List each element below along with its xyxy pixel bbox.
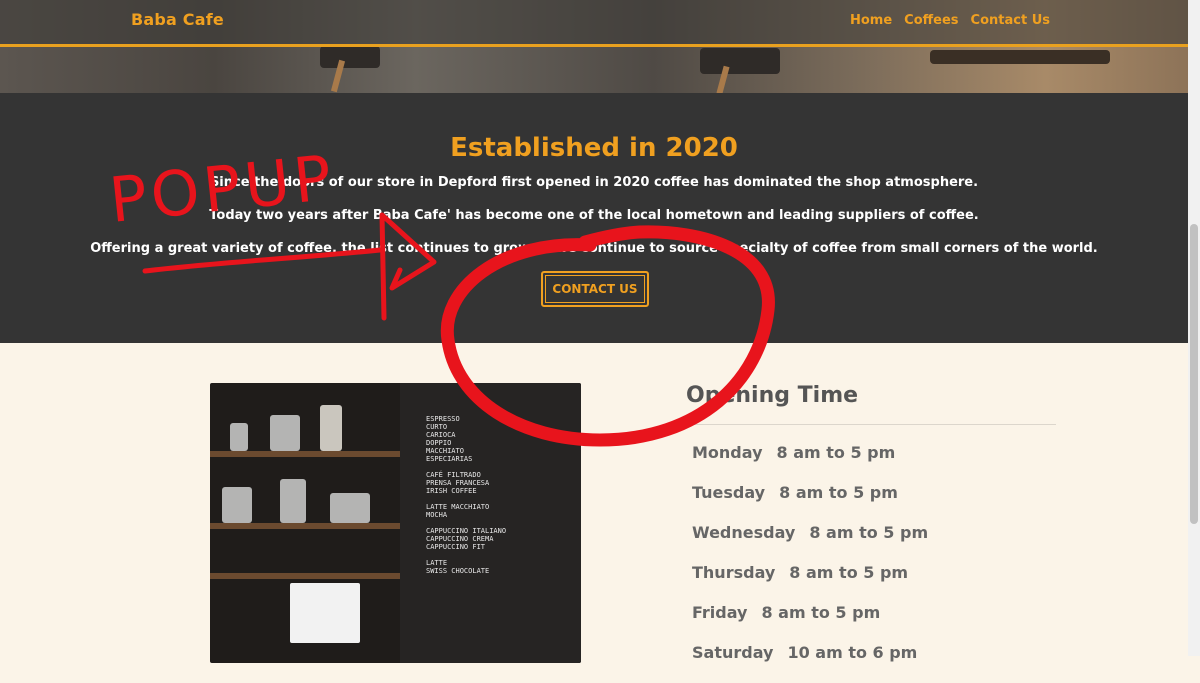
nav-coffees[interactable]: Coffees xyxy=(904,13,958,28)
hours-day: Monday xyxy=(692,443,763,462)
photo-shelf xyxy=(210,573,400,579)
hours-row: Friday 8 am to 5 pm xyxy=(692,603,928,643)
hours-time: 8 am to 5 pm xyxy=(779,483,898,502)
contact-us-button[interactable]: CONTACT US xyxy=(541,271,649,307)
hero-table xyxy=(930,50,1110,64)
hours-row: Tuesday 8 am to 5 pm xyxy=(692,483,928,523)
nav-contact[interactable]: Contact Us xyxy=(971,13,1050,28)
hours-row: Monday 8 am to 5 pm xyxy=(692,443,928,483)
photo-jar xyxy=(320,405,342,451)
main-nav: Home Coffees Contact Us xyxy=(850,13,1050,28)
photo-shelf xyxy=(210,523,400,529)
brand-logo[interactable]: Baba Cafe xyxy=(131,10,224,29)
hours-time: 10 am to 6 pm xyxy=(787,643,918,662)
photo-shelf xyxy=(210,451,400,457)
about-line-1: Since the doors of our store in Depford … xyxy=(209,175,979,190)
photo-jar xyxy=(230,423,248,451)
about-section: Established in 2020 Since the doors of o… xyxy=(0,93,1188,343)
nav-home[interactable]: Home xyxy=(850,13,892,28)
hours-time: 8 am to 5 pm xyxy=(761,603,881,622)
photo-jar xyxy=(270,415,300,451)
hero-chair xyxy=(700,48,780,74)
hours-row: Wednesday 8 am to 5 pm xyxy=(692,523,928,563)
hours-time: 8 am to 5 pm xyxy=(776,443,896,462)
hours-day: Friday xyxy=(692,603,748,622)
hours-day: Saturday xyxy=(692,643,774,662)
opening-time-title: Opening Time xyxy=(686,383,859,408)
hours-day: Wednesday xyxy=(692,523,796,542)
hours-list: Monday 8 am to 5 pm Tuesday 8 am to 5 pm W… xyxy=(692,443,928,683)
photo-jar xyxy=(280,479,306,523)
hours-time: 8 am to 5 pm xyxy=(789,563,909,582)
hours-row: Thursday 8 am to 5 pm xyxy=(692,563,928,603)
scrollbar-thumb[interactable] xyxy=(1190,224,1198,524)
cafe-photo: ESPRESSO CURTO CARIOCA DOPPIO MACCHIATO … xyxy=(210,383,581,663)
page-scrollbar[interactable] xyxy=(1188,0,1200,656)
divider xyxy=(686,424,1056,425)
hours-time: 8 am to 5 pm xyxy=(809,523,929,542)
photo-jar xyxy=(330,493,370,523)
about-line-3: Offering a great variety of coffee, the … xyxy=(90,241,1098,256)
hours-row: Saturday 10 am to 6 pm xyxy=(692,643,928,683)
photo-jar xyxy=(222,487,252,523)
top-navbar: Baba Cafe Home Coffees Contact Us xyxy=(0,0,1188,47)
chalk-menu-text: ESPRESSO CURTO CARIOCA DOPPIO MACCHIATO … xyxy=(426,415,507,575)
hours-section: ESPRESSO CURTO CARIOCA DOPPIO MACCHIATO … xyxy=(0,343,1188,663)
photo-cups xyxy=(290,583,360,643)
hours-day: Tuesday xyxy=(692,483,766,502)
hours-day: Thursday xyxy=(692,563,776,582)
about-line-2: Today two years after Baba Cafe' has bec… xyxy=(209,208,979,223)
hero-chair xyxy=(320,46,380,68)
chalkboard-menu: ESPRESSO CURTO CARIOCA DOPPIO MACCHIATO … xyxy=(400,383,581,663)
about-title: Established in 2020 xyxy=(450,133,738,163)
